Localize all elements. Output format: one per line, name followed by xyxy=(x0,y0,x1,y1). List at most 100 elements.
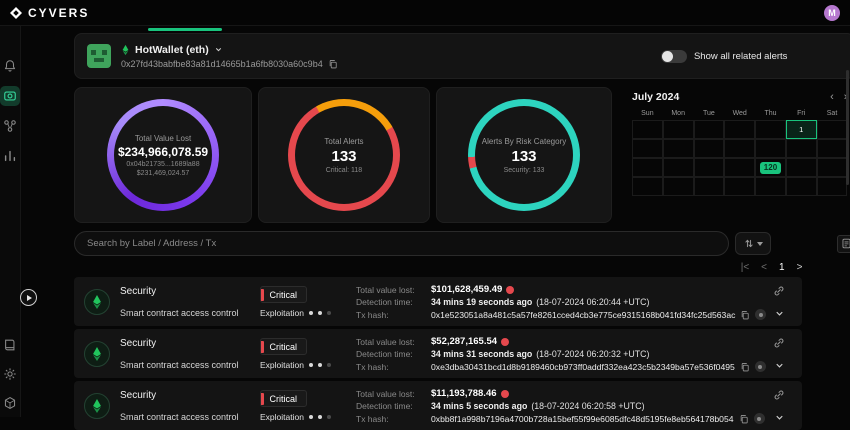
brand-logo[interactable]: CYVERS xyxy=(10,6,89,20)
alert-details: Total value lost: $52,287,165.54 Detecti… xyxy=(356,336,766,372)
calendar-cell[interactable] xyxy=(632,177,663,196)
cube-icon[interactable] xyxy=(0,393,20,413)
calendar-cell[interactable] xyxy=(663,158,694,177)
detection-time-label: Detection time: xyxy=(356,401,431,411)
explorer-icon[interactable] xyxy=(754,413,765,424)
alert-severity-block: Critical Exploitation xyxy=(260,338,356,370)
phase-dot xyxy=(327,311,331,315)
calendar-cell[interactable] xyxy=(663,139,694,158)
calendar-cell[interactable] xyxy=(724,177,755,196)
expand-chevron-icon[interactable] xyxy=(774,412,785,423)
alert-severity-block: Critical Exploitation xyxy=(260,286,356,318)
calendar-cell[interactable] xyxy=(632,120,663,139)
explorer-icon[interactable] xyxy=(755,309,766,320)
detection-time-line: Detection time: 34 mins 31 seconds ago (… xyxy=(356,349,766,359)
stat-sub: Security: 133 xyxy=(504,167,545,174)
calendar-cell[interactable] xyxy=(724,120,755,139)
tx-hash-line: Tx hash: 0x1e523051a8a481c5a57fe8261cced… xyxy=(356,309,766,320)
show-related-alerts-toggle[interactable] xyxy=(661,50,687,63)
wallet-identicon xyxy=(87,44,111,68)
calendar-cell-highlighted[interactable]: 1 xyxy=(786,120,817,139)
wallet-address: 0x27fd43babfbe83a81d14665b1a6fb8030a60c9… xyxy=(121,59,323,69)
weekday-label: Wed xyxy=(724,110,755,117)
calendar-cell[interactable] xyxy=(817,139,848,158)
next-page-button[interactable]: > xyxy=(797,262,803,273)
expand-chevron-icon[interactable] xyxy=(774,308,785,319)
search-input[interactable] xyxy=(74,231,729,256)
wallet-selector[interactable]: HotWallet (eth) xyxy=(121,44,338,56)
weekday-label: Fri xyxy=(786,110,817,117)
alert-row[interactable]: Security Smart contract access control C… xyxy=(74,277,802,326)
integrations-icon[interactable] xyxy=(0,116,20,136)
value-lost-label: Total value lost: xyxy=(356,389,431,399)
chevron-down-icon xyxy=(214,45,223,54)
calendar-cell[interactable] xyxy=(755,139,786,158)
gear-icon[interactable] xyxy=(0,364,20,384)
active-tab-indicator xyxy=(148,28,222,31)
severity-bar xyxy=(261,341,264,353)
calendar-cell[interactable] xyxy=(786,177,817,196)
bell-icon[interactable] xyxy=(0,56,20,76)
user-avatar[interactable]: M xyxy=(824,5,840,21)
calendar-cell[interactable] xyxy=(632,139,663,158)
calendar-cell[interactable] xyxy=(694,158,725,177)
tx-hash: 0xe3dba30431bcd1d8b9189460cb973ff0addf33… xyxy=(431,362,735,372)
alert-type: Smart contract access control xyxy=(120,412,260,422)
calendar-cell[interactable] xyxy=(755,177,786,196)
stat-title: Total Value Lost xyxy=(135,134,191,143)
scrollbar[interactable] xyxy=(846,70,849,185)
tx-hash: 0x1e523051a8a481c5a57fe8261cced4cb3e775c… xyxy=(431,310,735,320)
calendar-cell[interactable] xyxy=(786,139,817,158)
severity-badge: Critical xyxy=(260,390,307,407)
calendar-cell[interactable] xyxy=(817,177,848,196)
chart-icon[interactable] xyxy=(0,146,20,166)
calendar-cell[interactable] xyxy=(724,139,755,158)
explorer-icon[interactable] xyxy=(755,361,766,372)
detection-timestamp: (18-07-2024 06:20:32 +UTC) xyxy=(536,349,649,359)
copy-address-icon[interactable] xyxy=(328,59,338,69)
prev-page-button[interactable]: < xyxy=(761,262,767,273)
calendar-panel: July 2024 ‹ › Sun Mon Tue Wed Thu Fri Sa… xyxy=(618,87,850,223)
alert-row[interactable]: Security Smart contract access control C… xyxy=(74,329,802,378)
calendar-cell[interactable] xyxy=(663,177,694,196)
export-csv-button[interactable] xyxy=(837,235,850,253)
eth-icon xyxy=(121,44,130,56)
first-page-button[interactable]: |< xyxy=(741,262,749,273)
detection-time-line: Detection time: 34 mins 19 seconds ago (… xyxy=(356,297,766,307)
calendar-weekdays: Sun Mon Tue Wed Thu Fri Sat xyxy=(632,110,847,117)
value-lost: $101,628,459.49 xyxy=(431,284,502,295)
link-icon[interactable] xyxy=(773,389,785,401)
calendar-cell[interactable] xyxy=(817,120,848,139)
book-icon[interactable] xyxy=(0,335,20,355)
calendar-cell[interactable] xyxy=(632,158,663,177)
calendar-cell[interactable] xyxy=(724,158,755,177)
stats-row: Total Value Lost $234,966,078.59 0x04b21… xyxy=(74,87,850,223)
expand-chevron-icon[interactable] xyxy=(774,360,785,371)
calendar-cell-event[interactable]: 120 xyxy=(755,158,786,177)
calendar-cell[interactable] xyxy=(817,158,848,177)
sort-button[interactable] xyxy=(735,232,771,255)
calendar-cell[interactable] xyxy=(755,120,786,139)
calendar-cell[interactable] xyxy=(694,120,725,139)
alert-actions xyxy=(766,285,792,319)
play-icon xyxy=(27,295,32,301)
tx-hash-label: Tx hash: xyxy=(356,414,431,424)
copy-hash-icon[interactable] xyxy=(740,362,750,372)
link-icon[interactable] xyxy=(773,285,785,297)
calendar-cell[interactable] xyxy=(694,177,725,196)
copy-hash-icon[interactable] xyxy=(740,310,750,320)
phase-dot xyxy=(327,363,331,367)
stat-title: Alerts By Risk Category xyxy=(482,137,566,146)
link-icon[interactable] xyxy=(773,337,785,349)
scan-icon[interactable] xyxy=(0,86,20,106)
calendar-cell[interactable] xyxy=(694,139,725,158)
phase-row: Exploitation xyxy=(260,308,331,318)
play-button[interactable] xyxy=(20,289,37,306)
copy-hash-icon[interactable] xyxy=(739,414,749,424)
toggle-knob xyxy=(662,51,673,62)
donut-risk-category: Alerts By Risk Category 133 Security: 13… xyxy=(468,99,580,211)
alert-row[interactable]: Security Smart contract access control C… xyxy=(74,381,802,430)
calendar-prev-icon[interactable]: ‹ xyxy=(830,91,834,103)
calendar-cell[interactable] xyxy=(786,158,817,177)
calendar-cell[interactable] xyxy=(663,120,694,139)
